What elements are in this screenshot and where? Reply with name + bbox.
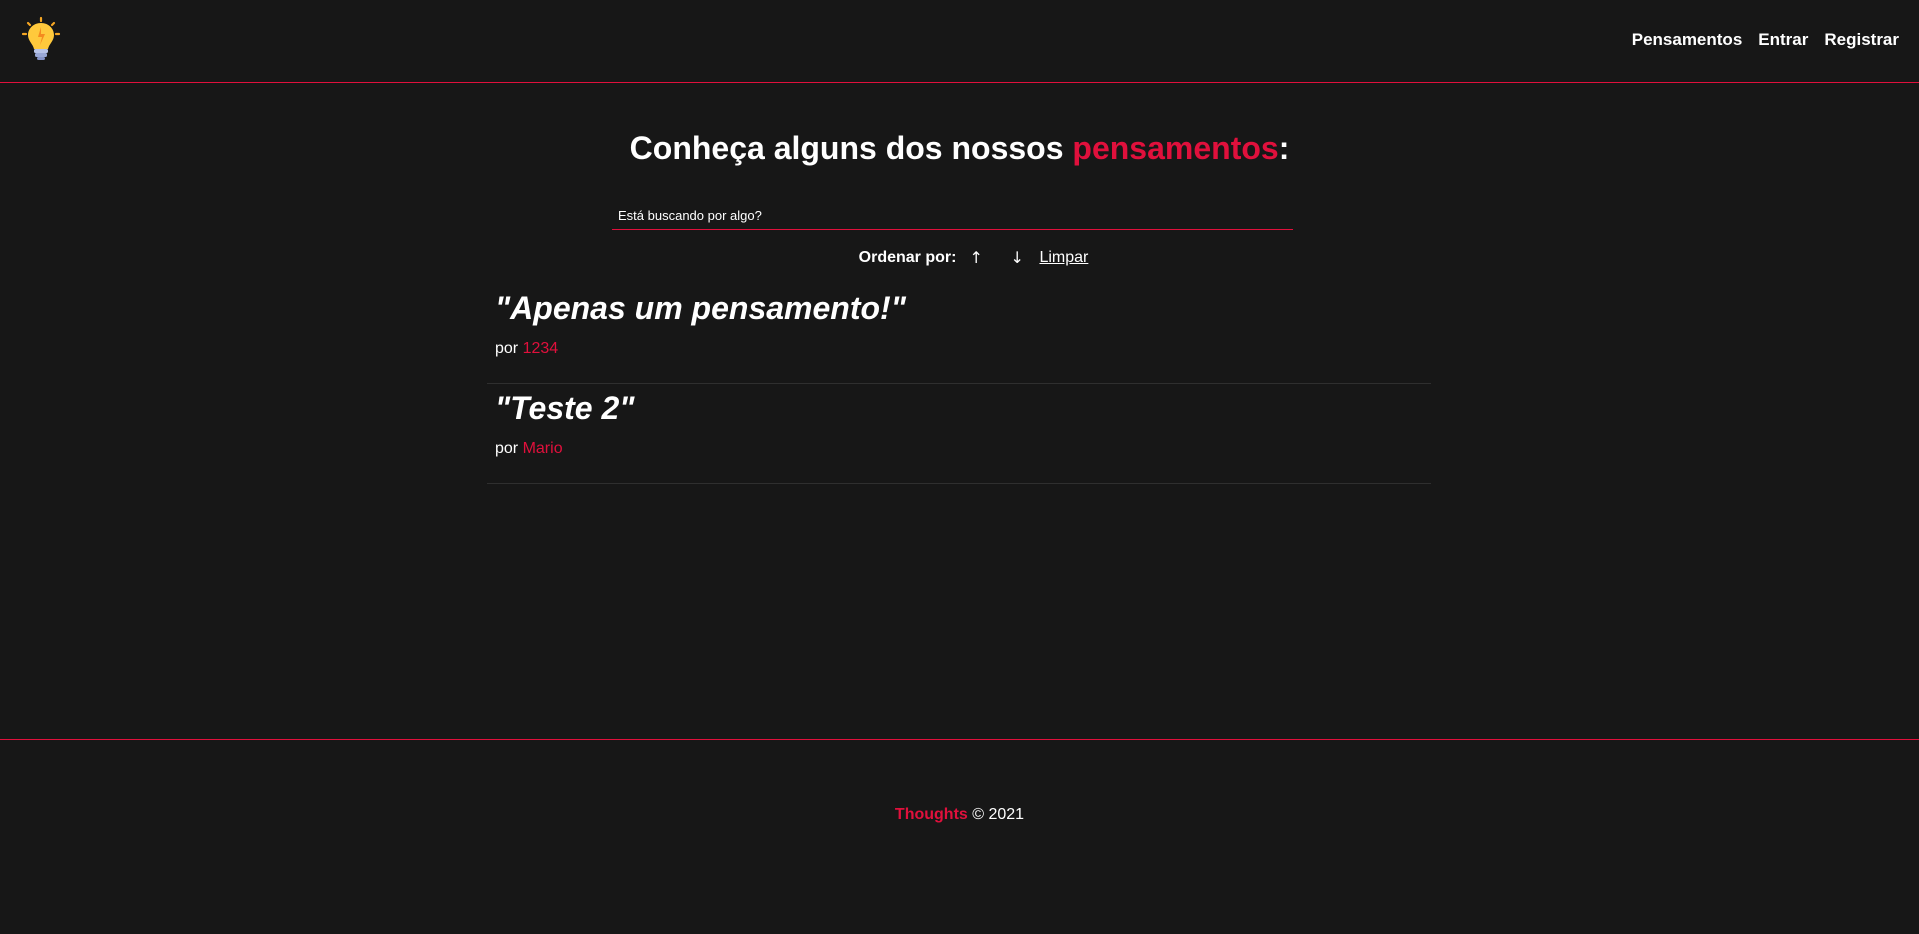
nav-link-entrar[interactable]: Entrar (1758, 30, 1808, 50)
footer: Thoughts © 2021 (0, 739, 1919, 934)
lightbulb-icon[interactable] (19, 16, 63, 62)
thought-card: "Teste 2" por Mario (487, 384, 1431, 484)
nav-link-registrar[interactable]: Registrar (1824, 30, 1899, 50)
search-input[interactable] (612, 202, 1293, 229)
navbar: Pensamentos Entrar Registrar (0, 0, 1919, 83)
clear-sort-link[interactable]: Limpar (1039, 249, 1088, 267)
page-title-colon: : (1278, 130, 1290, 166)
byline-label: por (495, 340, 519, 357)
page-title-text: Conheça alguns dos nossos (629, 130, 1064, 166)
thought-byline: por 1234 (495, 340, 558, 358)
thoughts-list: "Apenas um pensamento!" por 1234 "Teste … (487, 284, 1431, 484)
footer-copyright: Thoughts © 2021 (0, 806, 1919, 824)
thought-card: "Apenas um pensamento!" por 1234 (487, 284, 1431, 384)
nav-link-pensamentos[interactable]: Pensamentos (1632, 30, 1743, 50)
footer-brand: Thoughts (894, 806, 968, 823)
page-title-highlight: pensamentos (1072, 130, 1279, 166)
footer-year: © 2021 (972, 806, 1025, 823)
thought-author: Mario (522, 440, 563, 457)
thought-text: "Teste 2" (495, 390, 635, 426)
order-label: Ordenar por: (858, 248, 957, 266)
nav-links: Pensamentos Entrar Registrar (1632, 30, 1899, 50)
main-content: Conheça alguns dos nossos pensamentos: O… (0, 84, 1919, 740)
thought-text: "Apenas um pensamento!" (495, 290, 906, 326)
search-form (612, 202, 1293, 230)
order-bar: Ordenar por: ↑ ↓ Limpar (0, 248, 1919, 267)
sort-ascending-button[interactable]: ↑ (969, 248, 998, 267)
sort-descending-button[interactable]: ↓ (1010, 248, 1039, 267)
thought-byline: por Mario (495, 440, 563, 458)
thought-author: 1234 (522, 340, 559, 357)
byline-label: por (495, 440, 519, 457)
page-title: Conheça alguns dos nossos pensamentos: (0, 130, 1919, 167)
